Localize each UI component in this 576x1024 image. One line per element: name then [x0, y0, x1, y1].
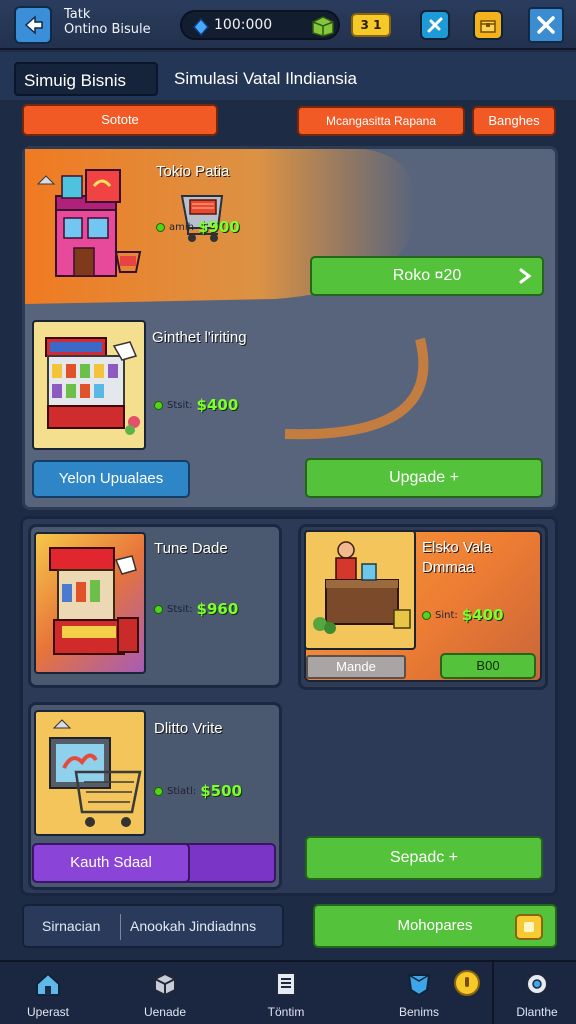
- tab-simulasi[interactable]: Simulasi Vatal Ilndiansia: [166, 62, 365, 96]
- coin-icon: [156, 222, 165, 232]
- top-bar: Tatk Ontino Bisule 100:000 3 1: [0, 0, 576, 50]
- card-price-elsko: Sint: $400: [422, 606, 504, 624]
- nav-dlanthe[interactable]: Dlanthe: [489, 962, 576, 1024]
- nav-uperast[interactable]: Uperast: [0, 962, 96, 1024]
- item-price-ginthet: Stsit: $400: [154, 396, 238, 414]
- back-icon: [24, 15, 43, 35]
- buy-roko-button[interactable]: Roko ¤20: [310, 256, 544, 296]
- cash-box-icon[interactable]: [310, 15, 336, 37]
- currency-display: 100:000: [180, 10, 340, 40]
- coin-icon: [154, 400, 163, 410]
- coin-icon: [154, 786, 163, 796]
- b00-button[interactable]: B00: [440, 653, 536, 679]
- mande-button[interactable]: Mande: [306, 655, 406, 679]
- back-button[interactable]: [14, 6, 52, 44]
- item-name-tokio-patia: Tokio Patia: [156, 163, 230, 180]
- mohopares-button[interactable]: Mohopares: [313, 904, 557, 948]
- bottom-nav: Uperast Uenade Töntim Benims Dlanthe: [0, 960, 576, 1024]
- mohopares-label: Mohopares: [397, 917, 473, 934]
- footer-sirnacian[interactable]: Sirnacian: [42, 918, 100, 934]
- close-icon: [537, 16, 555, 34]
- nav-benims-label: Benims: [398, 1005, 439, 1019]
- tv-cart-icon: [49, 719, 142, 827]
- currency-value: 100:000: [214, 17, 273, 33]
- gem-icon: [193, 18, 209, 36]
- app-title: Tatk Ontino Bisule: [64, 7, 151, 37]
- tab-simuig-bisnis[interactable]: Simuig Bisnis: [14, 62, 158, 96]
- document-icon: [276, 972, 296, 996]
- stall-icon: [49, 547, 139, 655]
- cube-icon: [154, 972, 176, 997]
- shelf-thumbnail[interactable]: [32, 320, 146, 450]
- gold-chip[interactable]: 3 1: [351, 13, 391, 37]
- shelf-icon: [45, 337, 140, 435]
- close-button[interactable]: [528, 7, 564, 43]
- nav-dlanthe-label: Dlanthe: [516, 1005, 558, 1019]
- filter-mcangasitta-button[interactable]: Mcangasitta Rapana: [297, 106, 465, 136]
- coin-icon: [422, 610, 431, 620]
- nav-tontim[interactable]: Töntim: [238, 962, 334, 1024]
- diamond-tool-icon: [427, 17, 443, 33]
- yelon-upualaes-button[interactable]: Yelon Upualaes: [32, 460, 190, 498]
- kauth-sdaal-button[interactable]: Kauth Sdaal: [32, 843, 190, 883]
- nav-tontim-label: Töntim: [267, 1005, 305, 1019]
- tv-thumbnail[interactable]: [34, 710, 146, 836]
- filter-sotote-button[interactable]: Sotote: [22, 104, 218, 136]
- buy-roko-label: Roko ¤20: [392, 267, 462, 284]
- diamond-tool-button[interactable]: [420, 10, 450, 40]
- nav-uenade[interactable]: Uenade: [117, 962, 213, 1024]
- nav-uperast-label: Uperast: [26, 1005, 70, 1019]
- store-thumbnail[interactable]: [36, 156, 146, 294]
- chest-icon: [480, 20, 496, 33]
- tab-row: Simuig Bisnis Simulasi Vatal Ilndiansia: [0, 52, 576, 100]
- chevron-right-icon: [519, 268, 532, 284]
- notification-badge[interactable]: [454, 970, 480, 996]
- card-name-elsko-vala: Elsko Vala Dmmaa: [422, 539, 492, 576]
- item-price-tokio: amih $900: [156, 218, 240, 236]
- item-name-ginthet: Ginthet l'iriting: [152, 329, 247, 346]
- chest-button[interactable]: [473, 10, 503, 40]
- cart-icon: [180, 195, 224, 242]
- cashier-icon: [313, 541, 411, 634]
- footer-divider: [120, 914, 121, 940]
- card-name-dlitto-vrite: Dlitto Vrite: [154, 720, 223, 737]
- card-name-tune-dade: Tune Dade: [154, 540, 228, 557]
- stall-thumbnail[interactable]: [34, 532, 146, 674]
- filter-banghes-button[interactable]: Banghes: [472, 106, 556, 136]
- card-price-tune-dade: Stsit: $960: [154, 600, 238, 618]
- footer-anookah[interactable]: Anookah Jindiadnns: [130, 918, 256, 934]
- nav-benims[interactable]: Benims: [371, 962, 467, 1024]
- cashier-thumbnail[interactable]: [304, 530, 416, 650]
- settings-icon: [526, 973, 548, 995]
- card-price-dlitto: Stiatl: $500: [154, 782, 242, 800]
- coin-icon: [154, 604, 163, 614]
- sepadc-button[interactable]: Sepadc +: [305, 836, 543, 880]
- nav-uenade-label: Uenade: [143, 1005, 187, 1019]
- store-icon: [36, 169, 142, 277]
- shield-icon: [407, 974, 431, 997]
- home-icon: [36, 972, 60, 996]
- coin-chest-icon: [515, 914, 543, 940]
- footer-info-bar: Sirnacian Anookah Jindiadnns: [22, 904, 284, 948]
- upgrade-button[interactable]: Upgade +: [305, 458, 543, 498]
